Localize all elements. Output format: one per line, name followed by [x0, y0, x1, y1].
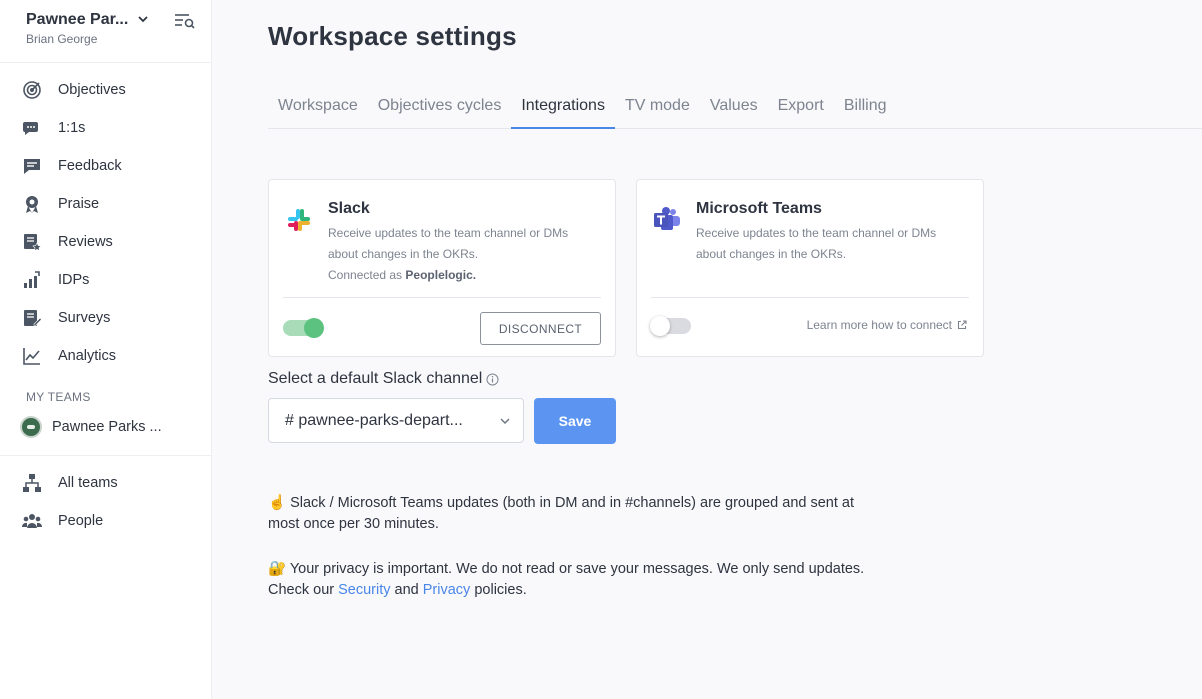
- tab-export[interactable]: Export: [768, 88, 834, 129]
- toggle-knob: [650, 316, 670, 336]
- save-button[interactable]: Save: [534, 398, 616, 444]
- nav-label: Praise: [58, 196, 100, 212]
- security-link[interactable]: Security: [338, 582, 390, 598]
- tab-billing[interactable]: Billing: [834, 88, 897, 129]
- nav-item-people[interactable]: People: [0, 502, 211, 540]
- channel-select-label: Select a default Slack channel: [268, 370, 499, 388]
- tab-workspace[interactable]: Workspace: [268, 88, 368, 129]
- nav-item-reviews[interactable]: Reviews: [0, 223, 211, 261]
- chat-bubbles-icon: [22, 118, 42, 138]
- tab-values[interactable]: Values: [700, 88, 768, 129]
- bottom-nav: All teams People: [0, 464, 211, 540]
- search-list-icon[interactable]: [174, 12, 196, 30]
- card-divider: [283, 297, 601, 298]
- learn-more-text[interactable]: Learn more how to connect: [807, 318, 952, 332]
- nav-label: People: [58, 513, 104, 529]
- workspace-name[interactable]: Pawnee Par...: [26, 11, 128, 29]
- privacy-link[interactable]: Privacy: [423, 582, 471, 598]
- disconnect-button[interactable]: DISCONNECT: [480, 312, 601, 345]
- grouping-note: ☝️ Slack / Microsoft Teams updates (both…: [268, 495, 855, 532]
- page-title: Workspace settings: [268, 21, 517, 51]
- privacy-note: 🔐 Your privacy is important. We do not r…: [268, 559, 868, 601]
- user-name: Brian George: [26, 32, 98, 46]
- teams-description: Receive updates to the team channel or D…: [696, 226, 937, 261]
- line-chart-icon: [22, 346, 42, 366]
- team-avatar: [20, 416, 42, 438]
- nav-item-praise[interactable]: Praise: [0, 185, 211, 223]
- tab-tv-mode[interactable]: TV mode: [615, 88, 700, 129]
- chevron-down-icon[interactable]: [138, 15, 148, 26]
- card-divider: [651, 297, 969, 298]
- people-icon: [22, 511, 42, 531]
- chevron-down-icon[interactable]: [499, 415, 511, 427]
- sidebar: Pawnee Par... Brian George Objectives 1:…: [0, 0, 212, 699]
- slack-description: Receive updates to the team channel or D…: [328, 223, 598, 286]
- nav-item-objectives[interactable]: Objectives: [0, 71, 211, 109]
- and-text: and: [390, 582, 423, 598]
- nav-label: All teams: [58, 475, 118, 491]
- policies-text: policies.: [470, 582, 527, 598]
- tab-objectives-cycles[interactable]: Objectives cycles: [368, 88, 512, 129]
- channel-select-value[interactable]: # pawnee-parks-depart...: [285, 412, 475, 430]
- nav-label: Analytics: [58, 348, 117, 364]
- external-link-icon: [957, 320, 967, 330]
- slack-toggle[interactable]: [283, 318, 324, 338]
- growth-chart-icon: [22, 270, 42, 290]
- nav-label: Feedback: [58, 158, 122, 174]
- microsoft-teams-logo-icon: [653, 206, 681, 234]
- slack-integration-card: Slack Receive updates to the team channe…: [268, 179, 616, 357]
- learn-more-link[interactable]: Learn more how to connect: [807, 318, 967, 332]
- review-icon: [22, 232, 42, 252]
- teams-integration-card: Microsoft Teams Receive updates to the t…: [636, 179, 984, 357]
- divider: [0, 455, 211, 456]
- connected-prefix: Connected as: [328, 268, 406, 282]
- nav-item-all-teams[interactable]: All teams: [0, 464, 211, 502]
- teams-toggle[interactable]: [650, 316, 691, 336]
- award-icon: [22, 194, 42, 214]
- nav-item-idps[interactable]: IDPs: [0, 261, 211, 299]
- target-icon: [22, 80, 42, 100]
- nav-item-feedback[interactable]: Feedback: [0, 147, 211, 185]
- teams-title: Microsoft Teams: [696, 200, 822, 217]
- team-item[interactable]: Pawnee Parks ...: [20, 416, 162, 438]
- tab-integrations[interactable]: Integrations: [511, 88, 615, 129]
- privacy-links-line: Check our Security and Privacy policies.: [268, 580, 868, 601]
- info-icon[interactable]: [486, 373, 499, 386]
- nav-item-surveys[interactable]: Surveys: [0, 299, 211, 337]
- channel-label-text: Select a default Slack channel: [268, 370, 483, 387]
- nav-label: Reviews: [58, 234, 113, 250]
- slack-connected-status: Connected as Peoplelogic.: [328, 265, 598, 286]
- nav-label: Surveys: [58, 310, 111, 326]
- main-nav: Objectives 1:1s Feedback Praise Reviews …: [0, 71, 211, 375]
- nav-label: IDPs: [58, 272, 90, 288]
- slack-logo-icon: [285, 206, 313, 234]
- toggle-knob: [304, 318, 324, 338]
- nav-label: 1:1s: [58, 120, 86, 136]
- channel-select[interactable]: # pawnee-parks-depart...: [268, 398, 524, 443]
- my-teams-heading: MY TEAMS: [26, 390, 91, 404]
- divider: [0, 62, 211, 63]
- team-name: Pawnee Parks ...: [52, 419, 162, 435]
- slack-desc-text: Receive updates to the team channel or D…: [328, 226, 569, 261]
- nav-label: Objectives: [58, 82, 126, 98]
- slack-title: Slack: [328, 200, 370, 217]
- nav-item-analytics[interactable]: Analytics: [0, 337, 211, 375]
- check-our-text: Check our: [268, 582, 339, 598]
- privacy-text: 🔐 Your privacy is important. We do not r…: [268, 561, 865, 577]
- settings-tabs: Workspace Objectives cycles Integrations…: [268, 88, 1202, 129]
- org-chart-icon: [22, 473, 42, 493]
- nav-item-1on1s[interactable]: 1:1s: [0, 109, 211, 147]
- survey-icon: [22, 308, 42, 328]
- connected-account: Peoplelogic.: [405, 268, 477, 282]
- feedback-icon: [22, 156, 42, 176]
